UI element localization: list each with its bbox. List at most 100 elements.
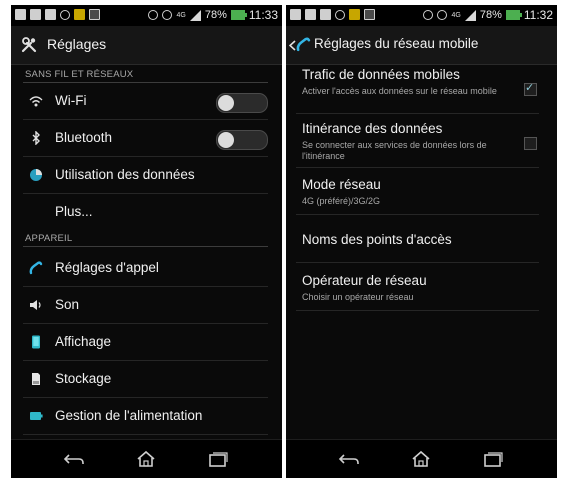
divider — [296, 113, 539, 114]
calendar-icon — [305, 9, 316, 20]
alarm-icon — [335, 9, 345, 20]
setting-network-mode[interactable]: Mode réseau 4G (préféré)/3G/2G — [286, 177, 557, 213]
facebook-icon — [89, 9, 100, 20]
signal-icon — [189, 9, 201, 21]
setting-data-roaming[interactable]: Itinérance des données Se connecter aux … — [286, 121, 557, 167]
tools-icon — [21, 37, 37, 53]
setting-label: Son — [55, 297, 80, 312]
setting-display[interactable]: Affichage — [11, 324, 282, 360]
setting-access-point-names[interactable]: Noms des points d'accès — [286, 232, 557, 262]
app-header: Réglages — [11, 26, 282, 65]
back-icon[interactable] — [63, 450, 85, 468]
phone-icon — [29, 261, 43, 275]
setting-title: Noms des points d'accès — [302, 232, 452, 247]
toggle-knob — [218, 95, 234, 111]
alarm-icon — [60, 9, 70, 20]
page-title: Réglages — [47, 36, 107, 52]
setting-subtitle: Se connecter aux services de données lor… — [302, 140, 487, 161]
setting-power[interactable]: Gestion de l'alimentation — [11, 398, 282, 434]
toggle-knob — [218, 132, 234, 148]
notification-icon — [290, 9, 301, 20]
back-chevron-icon[interactable] — [289, 40, 296, 51]
divider — [23, 434, 268, 435]
setting-bluetooth[interactable]: Bluetooth — [11, 120, 282, 156]
battery-icon — [505, 10, 522, 20]
status-bar: 4G 78% 11:33 — [11, 5, 282, 26]
divider — [296, 214, 539, 215]
recent-apps-icon[interactable] — [482, 450, 504, 468]
display-icon — [32, 335, 40, 349]
data-usage-icon — [30, 169, 42, 181]
app-header[interactable]: Réglages du réseau mobile — [286, 26, 557, 65]
setting-subtitle: Choisir un opérateur réseau — [302, 292, 414, 302]
calendar-icon — [30, 9, 41, 20]
divider — [296, 262, 539, 263]
page-title: Réglages du réseau mobile — [314, 36, 479, 51]
nfc-icon — [148, 10, 159, 20]
section-header-device: APPAREIL — [25, 233, 73, 244]
setting-title: Opérateur de réseau — [302, 273, 427, 288]
battery-icon — [30, 412, 43, 420]
setting-label: Gestion de l'alimentation — [55, 408, 203, 423]
battery-icon — [230, 10, 247, 20]
bluetooth-icon — [32, 131, 40, 145]
phone-icon — [296, 37, 311, 52]
setting-subtitle: 4G (préféré)/3G/2G — [302, 196, 381, 206]
app-icon — [74, 9, 85, 20]
wifi-icon — [29, 96, 43, 107]
status-time: 11:32 — [523, 8, 553, 22]
home-icon[interactable] — [410, 450, 432, 468]
storage-icon — [32, 373, 40, 385]
status-time: 11:33 — [248, 8, 278, 22]
divider — [296, 310, 539, 311]
clock-icon — [162, 10, 173, 20]
setting-call[interactable]: Réglages d'appel — [11, 250, 282, 286]
setting-more[interactable]: Plus... — [11, 194, 282, 230]
gallery-icon — [320, 9, 331, 20]
setting-wifi[interactable]: Wi-Fi — [11, 83, 282, 119]
setting-label: Affichage — [55, 334, 112, 349]
setting-label: Bluetooth — [55, 130, 113, 145]
gallery-icon — [45, 9, 56, 20]
bluetooth-toggle[interactable] — [216, 130, 268, 150]
app-icon — [349, 9, 360, 20]
home-icon[interactable] — [135, 450, 157, 468]
setting-title: Itinérance des données — [302, 121, 443, 136]
data-roaming-checkbox[interactable] — [524, 137, 537, 150]
battery-percent: 78% — [204, 9, 227, 21]
back-icon[interactable] — [338, 450, 360, 468]
setting-label: Plus... — [55, 204, 93, 219]
section-divider — [23, 246, 268, 247]
section-header-wireless: SANS FIL ET RÉSEAUX — [25, 69, 134, 80]
setting-storage[interactable]: Stockage — [11, 361, 282, 397]
settings-screen: 4G 78% 11:33 Réglages SANS FIL ET RÉSEAU… — [11, 5, 282, 478]
network-type: 4G — [451, 11, 461, 19]
clock-icon — [437, 10, 448, 20]
setting-sound[interactable]: Son — [11, 287, 282, 323]
setting-label: Réglages d'appel — [55, 260, 159, 275]
setting-label: Stockage — [55, 371, 112, 386]
speaker-icon — [30, 300, 41, 310]
status-bar: 4G 78% 11:32 — [286, 5, 557, 26]
battery-percent: 78% — [479, 9, 502, 21]
recent-apps-icon[interactable] — [207, 450, 229, 468]
mobile-data-checkbox[interactable] — [524, 81, 537, 96]
setting-data-usage[interactable]: Utilisation des données — [11, 157, 282, 193]
setting-network-operator[interactable]: Opérateur de réseau Choisir un opérateur… — [286, 273, 557, 309]
divider — [296, 167, 539, 168]
nfc-icon — [423, 10, 434, 20]
navigation-bar — [286, 439, 557, 478]
setting-label: Wi-Fi — [55, 93, 87, 108]
notification-icon — [15, 9, 26, 20]
setting-mobile-data[interactable]: Trafic de données mobiles Activer l'accè… — [286, 67, 557, 113]
signal-icon — [464, 9, 476, 21]
wifi-toggle[interactable] — [216, 93, 268, 113]
facebook-icon — [364, 9, 375, 20]
setting-title: Mode réseau — [302, 177, 381, 192]
setting-subtitle: Activer l'accès aux données sur le résea… — [302, 86, 497, 96]
setting-title: Trafic de données mobiles — [302, 67, 460, 82]
navigation-bar — [11, 439, 282, 478]
setting-label: Utilisation des données — [55, 167, 195, 182]
network-type: 4G — [176, 11, 186, 19]
mobile-network-screen: 4G 78% 11:32 Réglages du réseau mobile T… — [286, 5, 557, 478]
